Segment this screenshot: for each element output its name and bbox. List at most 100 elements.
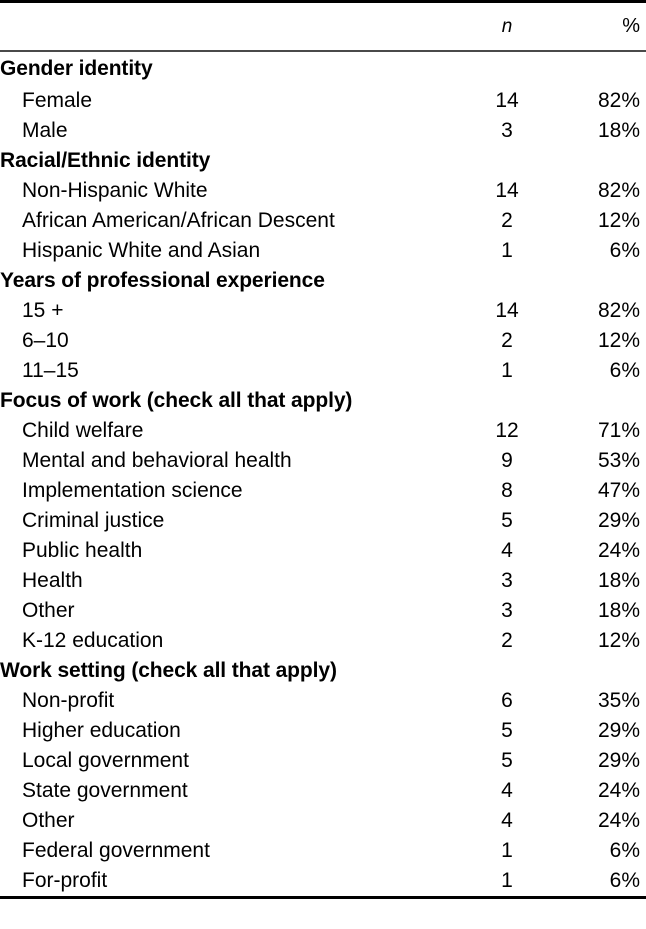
row-label: Criminal justice: [22, 509, 165, 532]
row-label: African American/African Descent: [22, 209, 335, 232]
row-count-n: 2: [501, 629, 513, 652]
table-row: K-12 education 2 12%: [0, 626, 646, 656]
row-label: Local government: [22, 749, 189, 772]
row-label: 15 +: [22, 299, 64, 322]
column-header-label: [0, 3, 470, 50]
row-percent: [544, 146, 646, 176]
table-header: n %: [0, 3, 646, 50]
row-label: Non-Hispanic White: [22, 179, 208, 202]
row-label: Health: [22, 569, 83, 592]
table-row: Health 3 18%: [0, 566, 646, 596]
demographics-table-container: n % Gender identity Female 14 82% Male 3 18% Ra…: [0, 0, 646, 929]
row-percent: 12%: [597, 329, 640, 352]
row-label: Mental and behavioral health: [22, 449, 292, 472]
row-count-n: 14: [495, 299, 519, 322]
table-row: African American/African Descent 2 12%: [0, 206, 646, 236]
row-percent: 35%: [597, 689, 640, 712]
row-percent: [544, 52, 646, 86]
row-percent: 47%: [597, 479, 640, 502]
row-percent: 82%: [597, 89, 640, 112]
row-count-n: 1: [501, 869, 513, 892]
row-count-n: 5: [501, 749, 513, 772]
table-row: Child welfare 12 71%: [0, 416, 646, 446]
section-heading: Years of professional experience: [0, 269, 325, 292]
demographics-table-body-wrapper: Gender identity Female 14 82% Male 3 18% Racial…: [0, 52, 646, 896]
row-label: Child welfare: [22, 419, 144, 442]
row-count-n: 9: [501, 449, 513, 472]
row-label: For-profit: [22, 869, 108, 892]
table-row: Non-profit 6 35%: [0, 686, 646, 716]
table-row: Local government 5 29%: [0, 746, 646, 776]
row-count-n: 6: [501, 689, 513, 712]
row-percent: 12%: [597, 629, 640, 652]
table-row: Hispanic White and Asian 1 6%: [0, 236, 646, 266]
row-count-n: 3: [501, 599, 513, 622]
row-count-n: 4: [501, 539, 513, 562]
row-percent: 12%: [597, 209, 640, 232]
row-count-n: [470, 386, 544, 416]
row-percent: 18%: [597, 569, 640, 592]
table-row: Implementation science 8 47%: [0, 476, 646, 506]
table-row: Other 4 24%: [0, 806, 646, 836]
table-row: Mental and behavioral health 9 53%: [0, 446, 646, 476]
column-header-n: n: [501, 16, 513, 37]
table-row: Criminal justice 5 29%: [0, 506, 646, 536]
section-heading: Focus of work (check all that apply): [0, 389, 353, 412]
table-body: Gender identity Female 14 82% Male 3 18% Racial…: [0, 52, 646, 896]
row-label: Female: [22, 89, 93, 112]
table-row: Federal government 1 6%: [0, 836, 646, 866]
row-count-n: 12: [495, 419, 519, 442]
row-percent: 29%: [597, 509, 640, 532]
row-percent: [544, 386, 646, 416]
demographics-table: n %: [0, 3, 646, 50]
row-count-n: [470, 266, 544, 296]
row-count-n: 2: [501, 209, 513, 232]
table-row: 6–10 2 12%: [0, 326, 646, 356]
table-section-row: Work setting (check all that apply): [0, 656, 646, 686]
row-count-n: 3: [501, 569, 513, 592]
row-percent: [544, 266, 646, 296]
table-row: Female 14 82%: [0, 86, 646, 116]
section-heading: Work setting (check all that apply): [0, 659, 337, 682]
table-row: Public health 4 24%: [0, 536, 646, 566]
row-percent: 6%: [609, 839, 640, 862]
row-percent: [544, 656, 646, 686]
row-percent: 53%: [597, 449, 640, 472]
row-count-n: [470, 52, 544, 86]
table-section-row: Racial/Ethnic identity: [0, 146, 646, 176]
row-label: State government: [22, 779, 188, 802]
row-label: Non-profit: [22, 689, 115, 712]
table-header-row: n %: [0, 3, 646, 50]
row-label: 11–15: [22, 359, 79, 382]
row-label: Other: [22, 809, 75, 832]
row-percent: 29%: [597, 719, 640, 742]
row-label: Implementation science: [22, 479, 243, 502]
table-row: 11–15 1 6%: [0, 356, 646, 386]
row-count-n: [470, 656, 544, 686]
row-percent: 6%: [609, 359, 640, 382]
row-percent: 24%: [597, 809, 640, 832]
row-label: K-12 education: [22, 629, 164, 652]
row-count-n: 14: [495, 179, 519, 202]
row-count-n: 8: [501, 479, 513, 502]
row-label: Male: [22, 119, 68, 142]
row-count-n: 3: [501, 119, 513, 142]
row-count-n: 4: [501, 809, 513, 832]
row-label: Public health: [22, 539, 143, 562]
row-count-n: 5: [501, 509, 513, 532]
table-row: Higher education 5 29%: [0, 716, 646, 746]
table-row: Non-Hispanic White 14 82%: [0, 176, 646, 206]
row-percent: 6%: [609, 239, 640, 262]
table-row: State government 4 24%: [0, 776, 646, 806]
row-percent: 24%: [597, 779, 640, 802]
table-row: Other 3 18%: [0, 596, 646, 626]
section-heading: Racial/Ethnic identity: [0, 149, 211, 172]
row-count-n: 1: [501, 839, 513, 862]
row-count-n: 5: [501, 719, 513, 742]
row-percent: 82%: [597, 179, 640, 202]
row-label: Federal government: [22, 839, 210, 862]
row-percent: 71%: [597, 419, 640, 442]
row-percent: 18%: [597, 119, 640, 142]
row-count-n: 14: [495, 89, 519, 112]
table-section-row: Focus of work (check all that apply): [0, 386, 646, 416]
